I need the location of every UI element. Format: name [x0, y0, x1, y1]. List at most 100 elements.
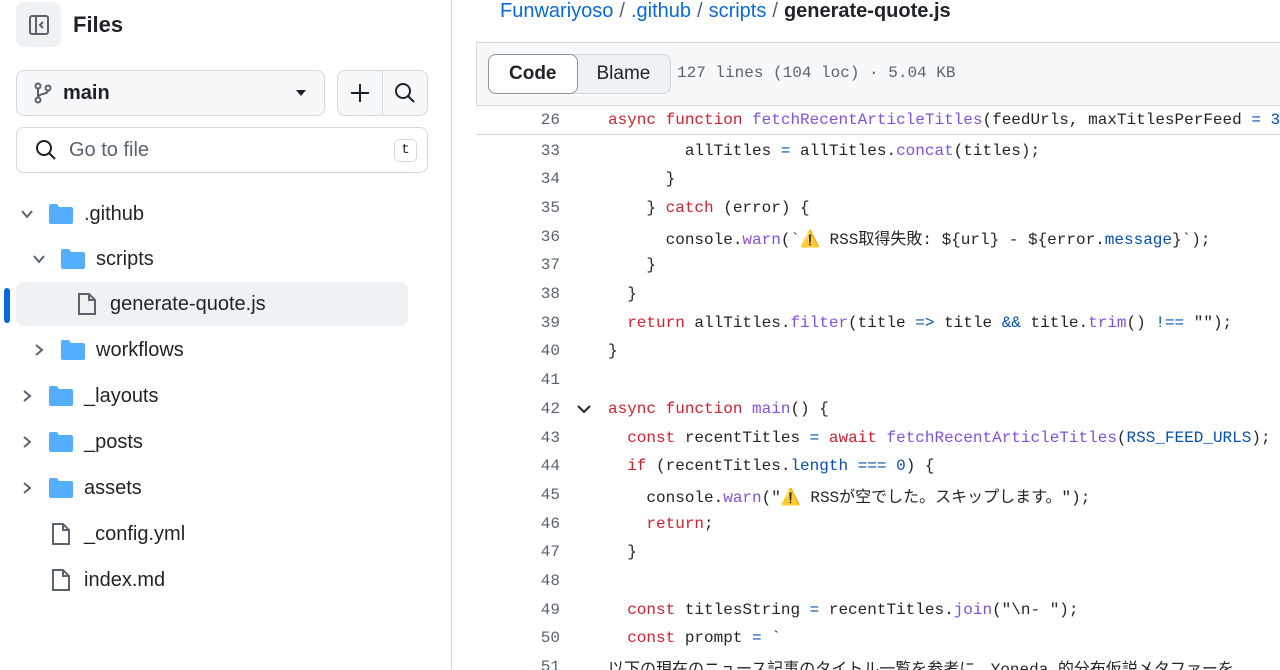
folder-open-icon: [60, 247, 86, 271]
file-icon: [48, 522, 74, 546]
code-line: 45 console.warn("⚠️ RSSが空でした。スキップします。");: [476, 480, 1280, 509]
code-line: 35 } catch (error) {: [476, 193, 1280, 222]
file-header: Code Blame 127 lines (104 loc) · 5.04 KB: [476, 42, 1280, 106]
line-number[interactable]: 42: [476, 400, 560, 418]
tree-item-github[interactable]: .github: [16, 192, 408, 236]
code-text: async function fetchRecentArticleTitles(…: [608, 111, 1280, 129]
code-line: 36 console.warn(`⚠️ RSS取得失敗: ${url} - ${…: [476, 222, 1280, 251]
line-number[interactable]: 47: [476, 543, 560, 561]
breadcrumb-scripts-link[interactable]: scripts: [709, 0, 767, 22]
code-line: 47 }: [476, 538, 1280, 567]
code-text: }: [608, 170, 676, 189]
file-icon: [74, 292, 100, 316]
tree-item-label: workflows: [96, 338, 184, 361]
code-line: 48: [476, 567, 1280, 596]
line-number[interactable]: 38: [476, 285, 560, 303]
breadcrumb-github-link[interactable]: .github: [631, 0, 691, 22]
tree-item-index-md[interactable]: index.md: [16, 558, 408, 602]
folder-icon: [48, 476, 74, 500]
chevron-down-icon[interactable]: [16, 207, 38, 221]
search-icon: [36, 140, 56, 160]
line-number[interactable]: 46: [476, 515, 560, 533]
line-number[interactable]: 37: [476, 256, 560, 274]
code-text: }: [608, 256, 657, 275]
code-line: 42 async function main() {: [476, 394, 1280, 423]
go-to-file-input[interactable]: Go to file t: [16, 127, 428, 173]
selected-indicator: [4, 288, 10, 323]
breadcrumb-separator: /: [772, 0, 778, 22]
file-icon: [48, 568, 74, 592]
code-text: const titlesString = recentTitles.join("…: [627, 600, 1079, 619]
branch-selector[interactable]: main: [16, 70, 325, 116]
breadcrumb-separator: /: [697, 0, 703, 22]
collapse-sidebar-button[interactable]: [16, 2, 61, 47]
add-file-button[interactable]: [338, 71, 382, 115]
tree-item-label: scripts: [96, 247, 154, 270]
tree-item-layouts[interactable]: _layouts: [16, 374, 408, 418]
line-number[interactable]: 43: [476, 429, 560, 447]
code-text: allTitles = allTitles.concat(titles);: [608, 141, 1041, 160]
code-text: }: [608, 285, 637, 303]
tree-item-config-yml[interactable]: _config.yml: [16, 512, 408, 556]
tree-item-posts[interactable]: _posts: [16, 420, 408, 464]
line-number[interactable]: 45: [476, 486, 560, 504]
code-line: 40}: [476, 337, 1280, 366]
keyboard-shortcut-hint: t: [394, 138, 417, 162]
line-number[interactable]: 49: [476, 601, 560, 619]
chevron-right-icon[interactable]: [16, 389, 38, 403]
line-number[interactable]: 50: [476, 629, 560, 647]
line-number[interactable]: 35: [476, 199, 560, 217]
line-number[interactable]: 40: [476, 342, 560, 360]
breadcrumb-repo-link[interactable]: Funwariyoso: [500, 0, 613, 22]
code-line: 33 allTitles = allTitles.concat(titles);: [476, 136, 1280, 165]
code-line: 39 return allTitles.filter(title => titl…: [476, 308, 1280, 337]
line-number[interactable]: 36: [476, 228, 560, 246]
code-line: 37 }: [476, 251, 1280, 280]
folder-icon: [48, 384, 74, 408]
chevron-right-icon[interactable]: [16, 435, 38, 449]
tree-item-scripts[interactable]: scripts: [16, 237, 408, 281]
go-to-file-placeholder: Go to file: [69, 138, 150, 161]
view-mode-toggle: Code Blame: [488, 54, 672, 94]
fold-chevron-icon[interactable]: [560, 403, 608, 415]
sidebar-collapse-icon: [28, 14, 49, 35]
tree-item-label: _config.yml: [84, 522, 186, 545]
line-number[interactable]: 39: [476, 314, 560, 332]
line-number[interactable]: 44: [476, 457, 560, 475]
tree-item-generate-quote[interactable]: generate-quote.js: [16, 282, 408, 326]
tree-item-label: .github: [84, 202, 145, 225]
plus-icon: [351, 84, 369, 102]
file-tree-sidebar: Files main Go to file t .github scripts …: [0, 0, 452, 670]
folder-icon: [60, 338, 86, 362]
tab-blame[interactable]: Blame: [577, 55, 671, 93]
code-text: } catch (error) {: [608, 198, 810, 217]
tab-code[interactable]: Code: [488, 54, 578, 94]
code-text: 以下の現在のニュース記事のタイトル一覧を参考に、Yoneda 的分布仮説メタファ…: [608, 655, 1234, 670]
file-viewer: Funwariyoso / .github / scripts / generate-quo…: [476, 0, 1280, 670]
folder-open-icon: [48, 202, 74, 226]
code-line: 51 以下の現在のニュース記事のタイトル一覧を参考に、Yoneda 的分布仮説メタ…: [476, 653, 1280, 670]
chevron-right-icon[interactable]: [28, 343, 50, 357]
tree-item-label: _posts: [84, 430, 143, 453]
tree-item-assets[interactable]: assets: [16, 466, 408, 510]
code-text: return allTitles.filter(title => title &…: [627, 313, 1233, 332]
chevron-down-icon[interactable]: [28, 252, 50, 266]
git-branch-icon: [34, 82, 52, 104]
sidebar-header: Files: [16, 2, 123, 47]
line-number[interactable]: 48: [476, 572, 560, 590]
code-text: async function main() {: [608, 399, 829, 418]
code-line: 44 if (recentTitles.length === 0) {: [476, 452, 1280, 481]
line-number[interactable]: 33: [476, 142, 560, 160]
code-line: 38 }: [476, 280, 1280, 309]
code-line: 34 }: [476, 165, 1280, 194]
line-number[interactable]: 41: [476, 371, 560, 389]
search-code-button[interactable]: [382, 71, 427, 115]
code-text: return;: [646, 514, 714, 533]
line-number[interactable]: 26: [476, 111, 560, 129]
chevron-right-icon[interactable]: [16, 481, 38, 495]
branch-name: main: [63, 81, 110, 104]
code-text: }: [608, 543, 637, 562]
tree-item-workflows[interactable]: workflows: [16, 328, 408, 372]
line-number[interactable]: 51: [476, 658, 560, 670]
line-number[interactable]: 34: [476, 170, 560, 188]
